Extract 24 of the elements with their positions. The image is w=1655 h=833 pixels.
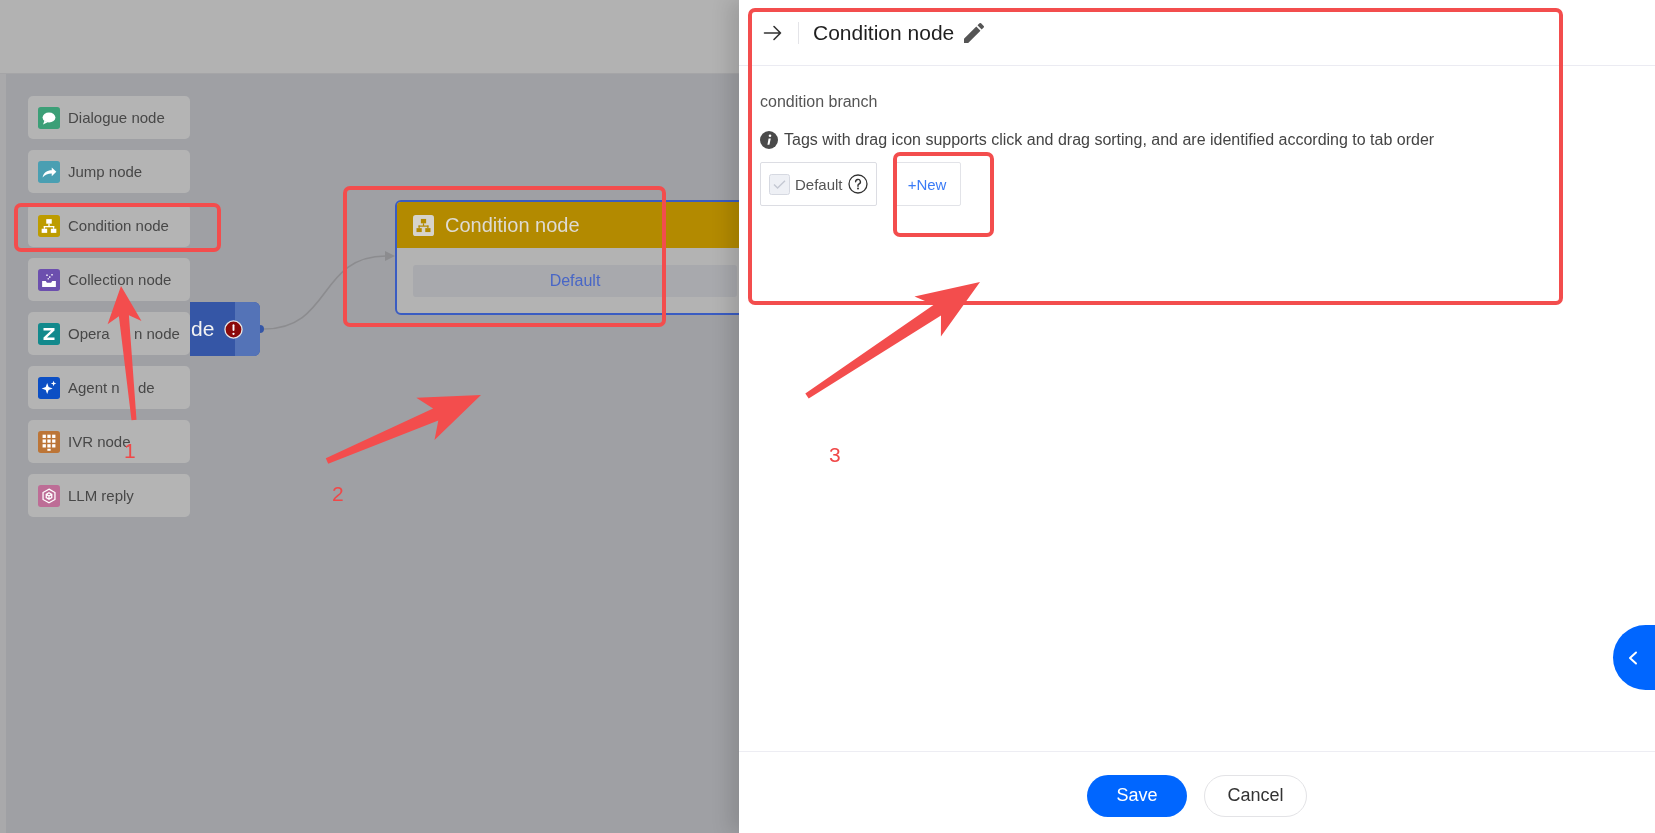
- palette-item[interactable]: Collection node: [28, 258, 190, 301]
- palette-item[interactable]: Opera n node: [28, 312, 190, 355]
- info-text: Tags with drag icon supports click and drag sorting, and are identified according to tab order: [784, 130, 1435, 150]
- section-label: condition branch: [760, 92, 879, 112]
- palette-item[interactable]: LLM reply: [28, 474, 190, 517]
- condition-node[interactable]: Condition node Default: [395, 200, 739, 315]
- help-icon[interactable]: [847, 174, 868, 194]
- pencil-icon[interactable]: [964, 22, 985, 43]
- palette-item[interactable]: Dialogue node: [28, 96, 190, 139]
- palette-item[interactable]: Condition node: [28, 204, 190, 247]
- node-title: Condition node: [445, 213, 580, 237]
- palette-item[interactable]: Agent n de: [28, 366, 190, 409]
- cancel-button[interactable]: Cancel: [1204, 774, 1307, 817]
- info-icon: [760, 131, 778, 149]
- palette-item[interactable]: Jump node: [28, 150, 190, 193]
- start-node[interactable]: de: [190, 302, 260, 356]
- chevron-left-icon: [1626, 650, 1640, 665]
- drawer-title: Condition node: [813, 20, 955, 45]
- node-label: de: [191, 317, 215, 341]
- collapse-tab[interactable]: [1613, 625, 1655, 690]
- annotation-number: 2: [332, 483, 344, 504]
- annotation-number: 3: [829, 444, 841, 465]
- hierarchy-icon: [413, 214, 434, 236]
- save-button[interactable]: Save: [1087, 774, 1187, 817]
